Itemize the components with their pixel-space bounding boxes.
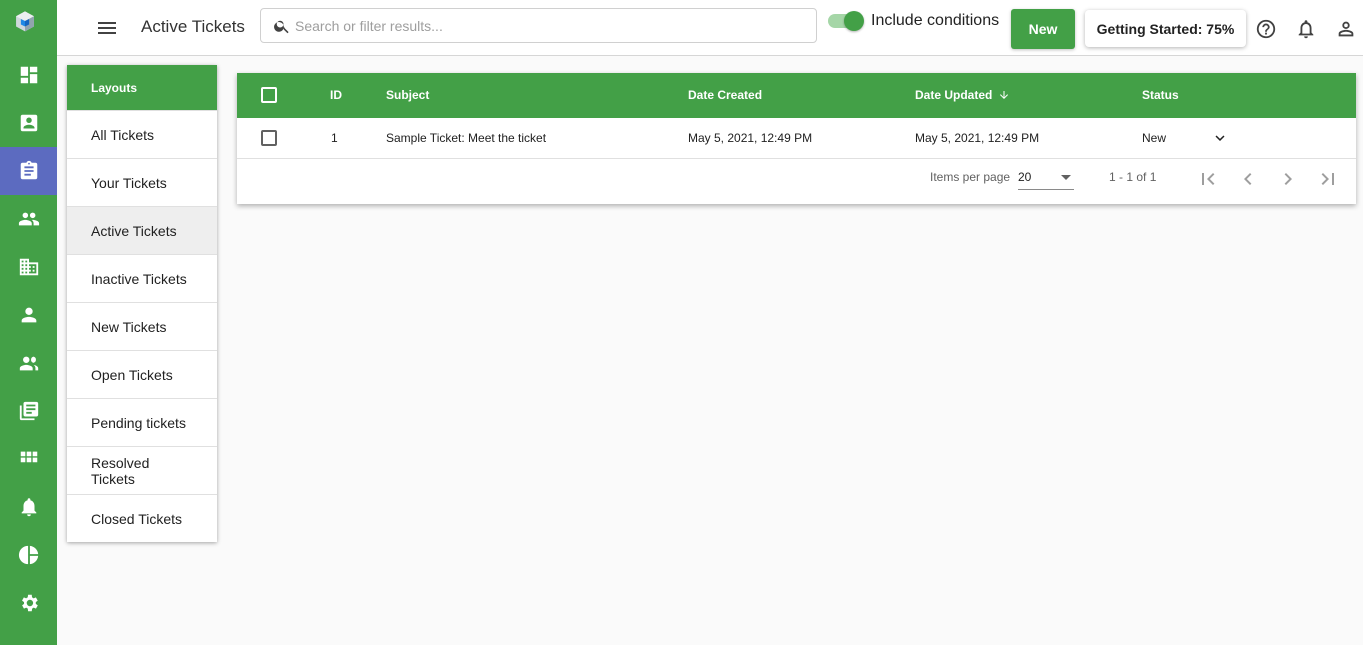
page-range-label: 1 - 1 of 1 (1109, 170, 1157, 184)
person-icon[interactable] (0, 291, 57, 339)
contacts-icon[interactable] (0, 99, 57, 147)
left-nav-rail (0, 0, 57, 645)
next-page-icon[interactable] (1276, 167, 1300, 191)
reports-icon[interactable] (0, 531, 57, 579)
cell-id: 1 (331, 131, 338, 145)
team-icon[interactable] (0, 339, 57, 387)
cell-date-updated: May 5, 2021, 12:49 PM (915, 131, 1040, 145)
help-icon[interactable] (1255, 18, 1277, 40)
layouts-header: Layouts (67, 65, 217, 110)
include-conditions-label: Include conditions (871, 12, 1000, 29)
apps-icon[interactable] (0, 435, 57, 483)
first-page-icon[interactable] (1196, 167, 1220, 191)
layout-closed-tickets[interactable]: Closed Tickets (67, 494, 217, 542)
column-header-date-updated-label: Date Updated (915, 88, 993, 102)
groups-icon[interactable] (0, 195, 57, 243)
top-bar: Active Tickets Include conditions New Ge… (57, 0, 1363, 56)
organizations-icon[interactable] (0, 243, 57, 291)
column-header-subject[interactable]: Subject (386, 88, 429, 102)
layout-active-tickets[interactable]: Active Tickets (67, 206, 217, 254)
dropdown-caret-icon (1061, 175, 1071, 180)
app-logo-icon[interactable] (14, 10, 44, 42)
user-account-icon[interactable] (1335, 18, 1357, 40)
search-icon (274, 20, 289, 34)
column-header-status[interactable]: Status (1142, 88, 1179, 102)
getting-started-button[interactable]: Getting Started: 75% (1085, 10, 1246, 47)
layout-new-tickets[interactable]: New Tickets (67, 302, 217, 350)
cell-date-created: May 5, 2021, 12:49 PM (688, 131, 813, 145)
items-per-page-select[interactable]: 20 (1018, 168, 1074, 190)
search-input[interactable] (295, 9, 805, 42)
items-per-page-value: 20 (1018, 170, 1032, 184)
row-checkbox[interactable] (261, 130, 277, 146)
cell-status: New (1142, 131, 1167, 145)
layouts-panel: Layouts All Tickets Your Tickets Active … (67, 65, 217, 542)
notifications-icon[interactable] (0, 483, 57, 531)
last-page-icon[interactable] (1316, 167, 1340, 191)
page-title: Active Tickets (141, 17, 245, 36)
layout-resolved-tickets[interactable]: Resolved Tickets (67, 446, 217, 494)
hamburger-menu-icon[interactable] (95, 16, 119, 40)
tickets-icon[interactable] (0, 147, 57, 195)
include-conditions-toggle[interactable] (828, 11, 864, 31)
search-box[interactable] (260, 8, 817, 43)
new-ticket-button[interactable]: New (1011, 9, 1075, 49)
layout-your-tickets[interactable]: Your Tickets (67, 158, 217, 206)
dashboard-icon[interactable] (0, 51, 57, 99)
items-per-page-label: Items per page (930, 170, 1011, 184)
select-all-checkbox[interactable] (261, 87, 277, 103)
settings-icon[interactable] (0, 579, 57, 627)
table-header: ID Subject Date Created Date Updated Sta… (237, 73, 1356, 118)
bell-icon[interactable] (1295, 18, 1317, 40)
table-row[interactable]: 1 Sample Ticket: Meet the ticket May 5, … (237, 118, 1356, 159)
previous-page-icon[interactable] (1236, 167, 1260, 191)
tickets-table: ID Subject Date Created Date Updated Sta… (237, 73, 1356, 204)
layout-inactive-tickets[interactable]: Inactive Tickets (67, 254, 217, 302)
column-header-date-updated[interactable]: Date Updated (915, 88, 1010, 102)
expand-row-chevron-icon[interactable] (1211, 129, 1229, 147)
sort-descending-icon (998, 89, 1010, 101)
layout-all-tickets[interactable]: All Tickets (67, 110, 217, 158)
column-header-date-created[interactable]: Date Created (688, 88, 762, 102)
paginator: Items per page 20 1 - 1 of 1 (237, 159, 1356, 204)
layout-open-tickets[interactable]: Open Tickets (67, 350, 217, 398)
layout-pending-tickets[interactable]: Pending tickets (67, 398, 217, 446)
column-header-id[interactable]: ID (330, 88, 342, 102)
knowledge-base-icon[interactable] (0, 387, 57, 435)
cell-subject[interactable]: Sample Ticket: Meet the ticket (386, 131, 546, 145)
